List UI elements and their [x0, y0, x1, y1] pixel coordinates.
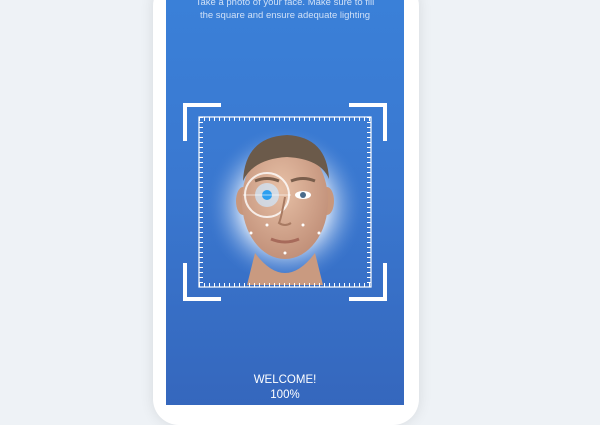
face-capture-screen: Take a photo of your face. Make sure to …	[166, 0, 404, 405]
face-scan-frame[interactable]	[183, 103, 387, 301]
progress-label: 100%	[270, 389, 300, 401]
frame-corner-bottom-left	[183, 263, 221, 301]
welcome-label: WELCOME!	[253, 374, 317, 386]
capture-instructions: Take a photo of your face. Make sure to …	[166, 0, 404, 22]
welcome-status: WELCOME! 100%	[166, 373, 404, 403]
instructions-line-1: Take a photo of your face. Make sure to …	[195, 0, 375, 8]
instructions-line-2: the square and ensure adequate lighting	[199, 10, 371, 21]
frame-corner-top-right	[349, 103, 387, 141]
frame-corner-top-left	[183, 103, 221, 141]
frame-corner-bottom-right	[349, 263, 387, 301]
